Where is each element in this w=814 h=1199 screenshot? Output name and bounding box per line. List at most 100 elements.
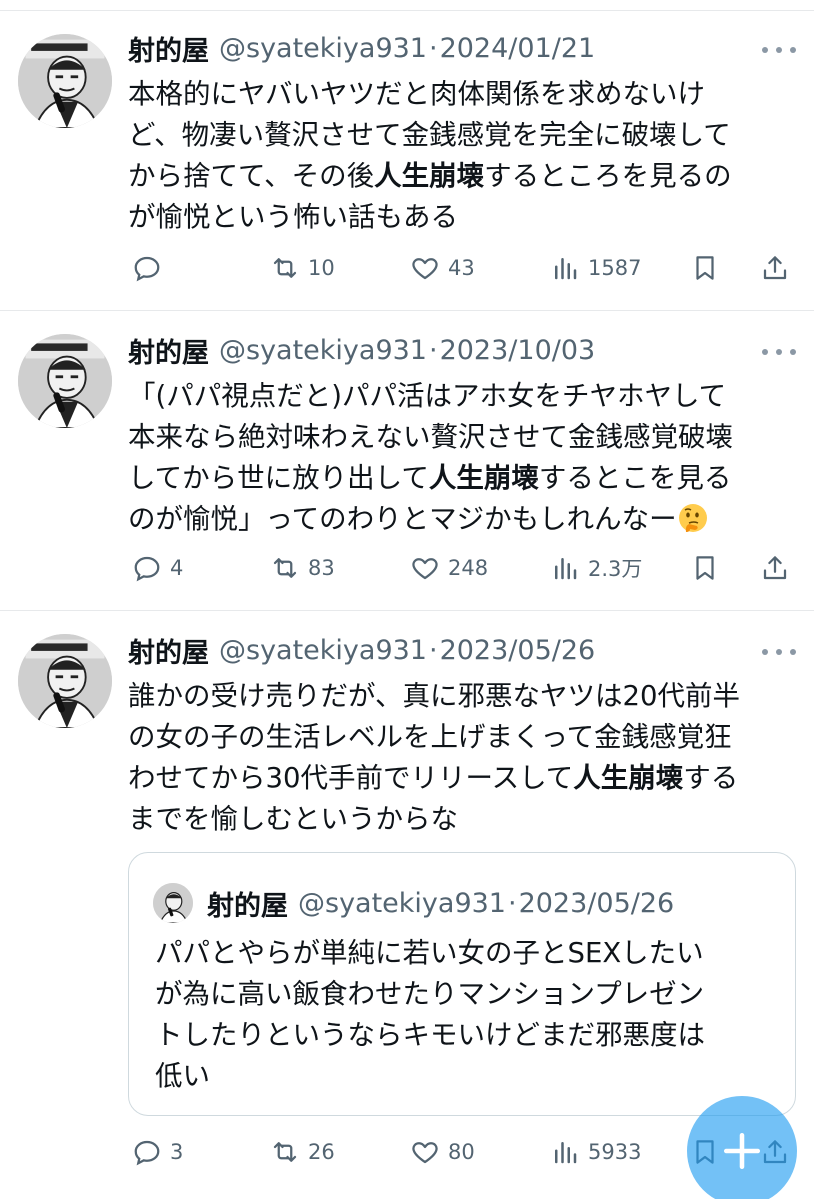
quoted-tweet[interactable]: 射的屋 @syatekiya931 · 2023/05/26 パパとやらが単純に… [128,852,796,1116]
tweet-date[interactable]: 2023/10/03 [440,335,596,366]
heart-icon [412,1142,438,1164]
tweet-text-line: 誰かの受け売りだが、真に邪悪なヤツは20代前半 [128,680,740,712]
views-button[interactable]: 2.3万 [550,548,642,588]
like-count: 80 [448,1140,475,1164]
tweet-text-line: 低い [155,1060,210,1092]
tweet[interactable]: 射的屋 @syatekiya931 · 2023/10/03 「(パパ視点だと)… [0,310,814,610]
quoted-tweet-header: 射的屋 @syatekiya931 · 2023/05/26 [207,881,674,925]
tweet-header: 射的屋 @syatekiya931 · 2023/05/26 [128,630,595,670]
highlight-term: 人生崩壊 [573,762,684,794]
tweet-text-line: までを愉しむというからな [128,803,458,835]
tweet[interactable]: 射的屋 @syatekiya931 · 2023/05/26 誰かの受け売りだが… [0,610,814,1199]
tweet-text-line: 本来なら絶対味わえない贅沢させて金銭感覚破壊 [128,421,733,453]
tweet-actions: 10 43 1587 [128,248,798,288]
tweet-header: 射的屋 @syatekiya931 · 2023/10/03 [128,330,595,370]
views-count: 2.3万 [588,557,643,581]
tweet-text-line: 「(パパ視点だと)パパ活はアホ女をチヤホヤして [128,380,727,412]
separator-dot: · [428,634,438,666]
display-name[interactable]: 射的屋 [128,331,209,370]
heart-icon [412,558,438,580]
views-count: 1587 [588,256,642,280]
separator-dot: · [428,334,438,366]
tweet-text-line: わせてから30代手前でリリースして人生崩壊する [128,762,739,794]
tweet-date: 2023/05/26 [518,887,675,919]
retweet-count: 26 [308,1140,335,1164]
reply-button[interactable]: 3 [132,1132,183,1172]
tweet-header: 射的屋 @syatekiya931 · 2024/01/21 [128,28,595,68]
share-button[interactable] [760,248,790,288]
reply-button[interactable] [132,248,170,288]
display-name[interactable]: 射的屋 [128,29,209,68]
tweet-date[interactable]: 2023/05/26 [440,635,596,666]
like-count: 43 [448,256,475,280]
views-icon [555,1142,577,1164]
like-count: 248 [448,556,489,580]
user-handle: @syatekiya931 [298,887,506,919]
views-button[interactable]: 1587 [550,248,641,288]
bookmark-icon [696,256,714,280]
tweet-text: 「(パパ視点だと)パパ活はアホ女をチヤホヤして 本来なら絶対味わえない贅沢させて… [128,376,798,546]
share-icon [763,256,787,280]
reply-count: 4 [170,556,184,580]
tweet-text-line: の女の子の生活レベルを上げまくって金銭感覚狂 [128,721,732,753]
bookmark-button[interactable] [690,548,720,588]
tweet-text-line: から捨てて、その後人生崩壊するところを見るの [128,160,732,192]
retweet-count: 10 [308,256,335,280]
reply-icon [134,256,160,282]
retweet-count: 83 [308,556,335,580]
share-button[interactable] [760,548,790,588]
like-button[interactable]: 248 [410,548,488,588]
reply-icon [134,556,160,582]
tweet-text: 本格的にヤバいヤツだと肉体関係を求めないけ ど、物凄い贅沢させて金銭感覚を完全に… [128,74,798,238]
display-name[interactable]: 射的屋 [128,631,209,670]
avatar[interactable] [18,634,112,728]
reply-button[interactable]: 4 [132,548,183,588]
avatar[interactable] [18,34,112,128]
retweet-icon [273,258,297,278]
retweet-button[interactable]: 83 [270,548,335,588]
separator-dot: · [507,887,517,919]
user-handle[interactable]: @syatekiya931 [219,635,427,666]
views-icon [555,558,577,580]
more-icon[interactable] [762,342,796,362]
heart-icon [412,258,438,280]
more-icon[interactable] [762,642,796,662]
tweet-text-line: 本格的にヤバいヤツだと肉体関係を求めないけ [128,78,705,110]
more-icon[interactable] [762,40,796,60]
retweet-button[interactable]: 26 [270,1132,335,1172]
bookmark-button[interactable] [690,248,720,288]
retweet-icon [273,558,297,578]
tweet-text: 誰かの受け売りだが、真に邪悪なヤツは20代前半 の女の子の生活レベルを上げまくっ… [128,676,798,840]
views-count: 5933 [588,1140,642,1164]
tweet-date[interactable]: 2024/01/21 [440,33,596,64]
bookmark-icon [696,556,714,580]
tweet[interactable]: 射的屋 @syatekiya931 · 2024/01/21 本格的にヤバいヤツ… [0,0,814,310]
thinking-emoji [677,502,709,546]
retweet-button[interactable]: 10 [270,248,335,288]
compose-button[interactable] [687,1096,797,1199]
like-button[interactable]: 80 [410,1132,475,1172]
tweet-text-line: トしたりというならキモいけどまだ邪悪度は [155,1019,705,1051]
avatar[interactable] [153,883,193,923]
separator-dot: · [428,32,438,64]
user-handle[interactable]: @syatekiya931 [219,33,427,64]
tweet-text-line: パパとやらが単純に若い女の子とSEXしたい [155,937,704,969]
views-icon [555,258,577,280]
views-button[interactable]: 5933 [550,1132,641,1172]
user-handle[interactable]: @syatekiya931 [219,335,427,366]
avatar[interactable] [18,334,112,428]
highlight-term: 人生崩壊 [428,462,539,494]
tweet-text-line: ど、物凄い贅沢させて金銭感覚を完全に破壊して [128,119,731,151]
reply-icon [134,1140,160,1166]
tweet-text-line: が為に高い飯食わせたりマンションプレゼン [155,978,705,1010]
tweet-actions: 4 83 248 2.3万 [128,548,798,588]
tweet-text-line: が愉悦という怖い話もある [128,201,458,233]
quoted-tweet-text: パパとやらが単純に若い女の子とSEXしたい が為に高い飯食わせたりマンションプレ… [155,933,775,1097]
tweet-text-line: してから世に放り出して人生崩壊するとこを見る [128,462,732,494]
tweet-text-line: のが愉悦」ってのわりとマジかもしれんなー [128,499,798,546]
display-name: 射的屋 [207,890,288,922]
reply-count: 3 [170,1140,184,1164]
share-icon [763,556,787,580]
highlight-term: 人生崩壊 [374,160,485,192]
like-button[interactable]: 43 [410,248,475,288]
